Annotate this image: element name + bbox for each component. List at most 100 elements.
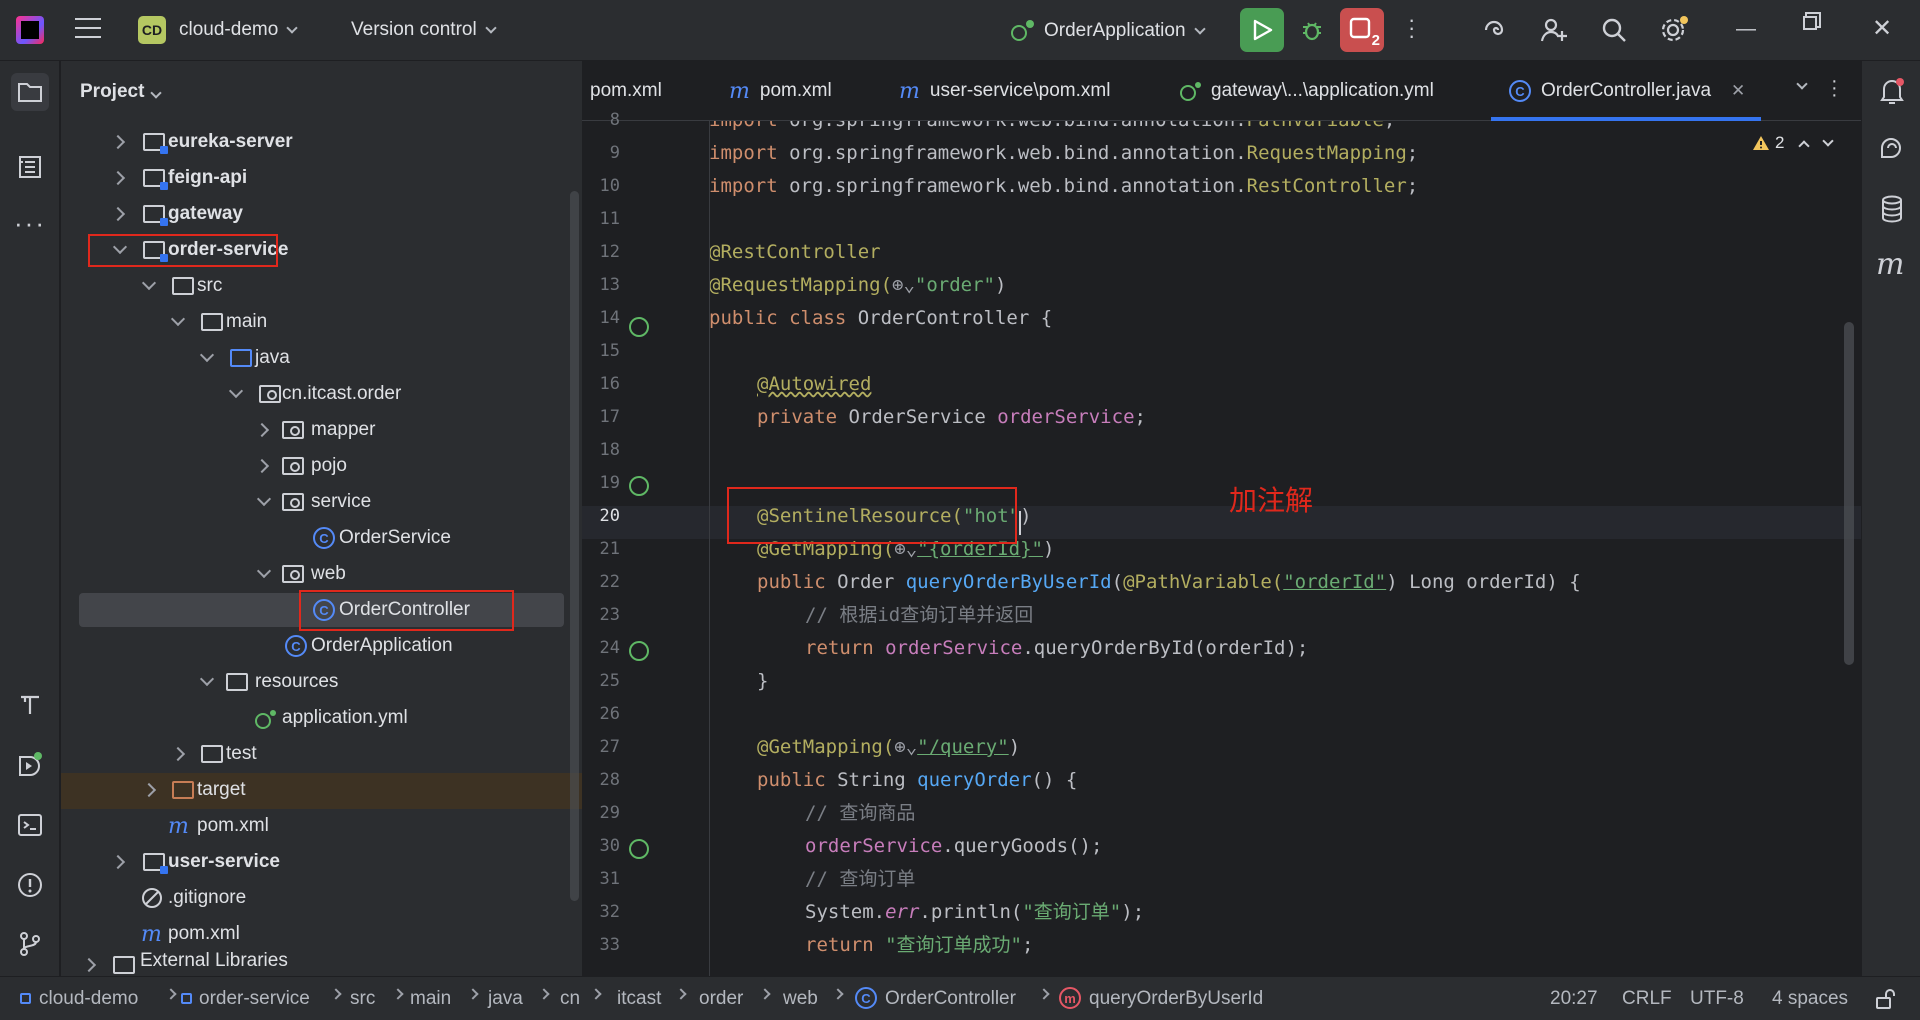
tree-item-src[interactable]: src: [61, 268, 582, 304]
tree-item-resources[interactable]: resources: [61, 664, 582, 700]
tree-item-main[interactable]: main: [61, 304, 582, 340]
tree-item-root-pom-xml[interactable]: m pom.xml: [61, 916, 582, 952]
unlock-icon[interactable]: [1874, 988, 1896, 1010]
line-number: 23: [599, 605, 620, 625]
database-icon[interactable]: [1880, 195, 1904, 223]
main-menu-icon[interactable]: [75, 18, 101, 40]
project-panel-title: Project: [80, 81, 145, 102]
tree-item-pom-xml[interactable]: m pom.xml: [61, 808, 582, 844]
tree-label: resources: [255, 671, 339, 692]
breadcrumb-item[interactable]: itcast: [617, 988, 661, 1010]
tab-label: gateway\...\application.yml: [1211, 80, 1434, 101]
tab-list-chevron-icon[interactable]: [1796, 78, 1808, 90]
breadcrumb-item[interactable]: OrderController: [885, 988, 1016, 1010]
code-content[interactable]: import org.springframework.web.bind.anno…: [709, 121, 1859, 976]
ai-assistant-icon[interactable]: [1480, 16, 1508, 44]
tab-pom-xml-2[interactable]: m pom.xml: [729, 61, 832, 121]
tree-label: cn.itcast.order: [282, 383, 402, 404]
breadcrumb-item[interactable]: queryOrderByUserId: [1089, 988, 1263, 1010]
tree-item-mapper[interactable]: mapper: [61, 412, 582, 448]
tree-label: java: [255, 347, 290, 368]
notifications-icon[interactable]: [1878, 76, 1906, 106]
project-panel-header[interactable]: Project: [80, 81, 163, 103]
spring-class-icon: C: [285, 635, 307, 657]
title-bar: CD cloud-demo Version control OrderAppli…: [0, 0, 1920, 61]
run-config-selector[interactable]: OrderApplication: [1010, 19, 1206, 43]
breadcrumb-item[interactable]: web: [783, 988, 818, 1010]
breadcrumb-item[interactable]: order-service: [199, 988, 310, 1010]
close-tab-icon[interactable]: ✕: [1731, 81, 1745, 101]
structure-tool-button[interactable]: [14, 151, 46, 183]
tree-item-web[interactable]: web: [61, 556, 582, 592]
tab-gateway-application-yml[interactable]: gateway\...\application.yml: [1179, 61, 1434, 121]
minimize-icon[interactable]: —: [1736, 18, 1756, 41]
restore-icon[interactable]: [1803, 16, 1817, 30]
more-icon[interactable]: · · ·: [1408, 9, 1415, 47]
tree-item-pojo[interactable]: pojo: [61, 448, 582, 484]
settings-icon[interactable]: [1659, 15, 1689, 45]
tab-user-service-pom[interactable]: m user-service\pom.xml: [899, 61, 1110, 121]
project-panel-scrollbar[interactable]: [570, 191, 579, 901]
breadcrumb-item[interactable]: cn: [560, 988, 580, 1010]
stop-button[interactable]: 2: [1340, 8, 1384, 52]
breadcrumb-item[interactable]: main: [410, 988, 451, 1010]
tab-label: pom.xml: [590, 80, 662, 101]
tree-item-java[interactable]: java: [61, 340, 582, 376]
breadcrumb-item[interactable]: src: [350, 988, 375, 1010]
breadcrumb-item[interactable]: order: [699, 988, 743, 1010]
breadcrumb-item[interactable]: cloud-demo: [39, 988, 138, 1010]
globe-hint-icon: ⊕⌄: [892, 274, 915, 296]
tree-item-user-service[interactable]: user-service: [61, 844, 582, 880]
indent-setting[interactable]: 4 spaces: [1772, 988, 1848, 1010]
git-tool-button[interactable]: [14, 928, 46, 960]
tree-item-feign-api[interactable]: feign-api: [61, 160, 582, 196]
tab-ordercontroller-java[interactable]: C OrderController.java ✕: [1509, 61, 1745, 121]
tree-item-test[interactable]: test: [61, 736, 582, 772]
tree-item-orderservice[interactable]: C OrderService: [61, 520, 582, 556]
project-tool-button[interactable]: [11, 73, 49, 111]
tab-label: user-service\pom.xml: [929, 80, 1111, 101]
services-tool-button[interactable]: [14, 749, 46, 781]
breadcrumb-item[interactable]: java: [488, 988, 523, 1010]
close-icon[interactable]: ✕: [1872, 14, 1892, 43]
spring-bean-gutter-icon[interactable]: [629, 317, 649, 337]
tree-item-gateway[interactable]: gateway: [61, 196, 582, 232]
ai-chat-icon[interactable]: [1878, 136, 1906, 164]
caret-position[interactable]: 20:27: [1550, 988, 1598, 1010]
tree-item-eureka-server[interactable]: eureka-server: [61, 124, 582, 160]
maven-icon[interactable]: m: [1876, 247, 1904, 282]
autowired-gutter-icon[interactable]: [629, 476, 649, 496]
line-number: 14: [599, 308, 620, 328]
tree-item-target[interactable]: target: [61, 772, 582, 808]
file-encoding[interactable]: UTF-8: [1690, 988, 1744, 1010]
line-separator[interactable]: CRLF: [1622, 988, 1672, 1010]
tree-label: gateway: [168, 203, 243, 224]
project-selector[interactable]: cloud-demo: [179, 19, 298, 41]
debug-button[interactable]: [1290, 8, 1334, 52]
vcs-menu[interactable]: Version control: [351, 19, 497, 41]
editor-tab-bar: pom.xml m pom.xml m user-service\pom.xml g…: [582, 61, 1861, 121]
editor-scrollbar[interactable]: [1844, 322, 1854, 665]
rerun-button[interactable]: [1240, 8, 1284, 52]
build-tool-button[interactable]: [14, 689, 46, 721]
tree-item-external-libraries[interactable]: External Libraries: [61, 952, 582, 976]
tree-item-service[interactable]: service: [61, 484, 582, 520]
tree-label: web: [311, 563, 346, 584]
code-line-31: // 查询订单: [805, 868, 916, 890]
tree-item-gitignore[interactable]: .gitignore: [61, 880, 582, 916]
tree-item-orderapplication[interactable]: C OrderApplication: [61, 628, 582, 664]
project-badge[interactable]: CD: [138, 16, 166, 44]
search-icon[interactable]: [1600, 16, 1628, 44]
request-mapping-gutter-icon[interactable]: [629, 641, 649, 661]
more-tools-icon[interactable]: ···: [14, 207, 46, 239]
add-user-icon[interactable]: [1540, 16, 1568, 44]
tree-label: main: [226, 311, 268, 332]
class-icon: C: [855, 987, 877, 1009]
tree-label: eureka-server: [168, 131, 293, 152]
problems-tool-button[interactable]: [14, 869, 46, 901]
more-icon[interactable]: · · ·: [1831, 71, 1838, 105]
tree-item-cn-itcast-order[interactable]: cn.itcast.order: [61, 376, 582, 412]
request-mapping-gutter-icon[interactable]: [629, 839, 649, 859]
tree-item-application-yml[interactable]: application.yml: [61, 700, 582, 736]
terminal-tool-button[interactable]: [14, 809, 46, 841]
